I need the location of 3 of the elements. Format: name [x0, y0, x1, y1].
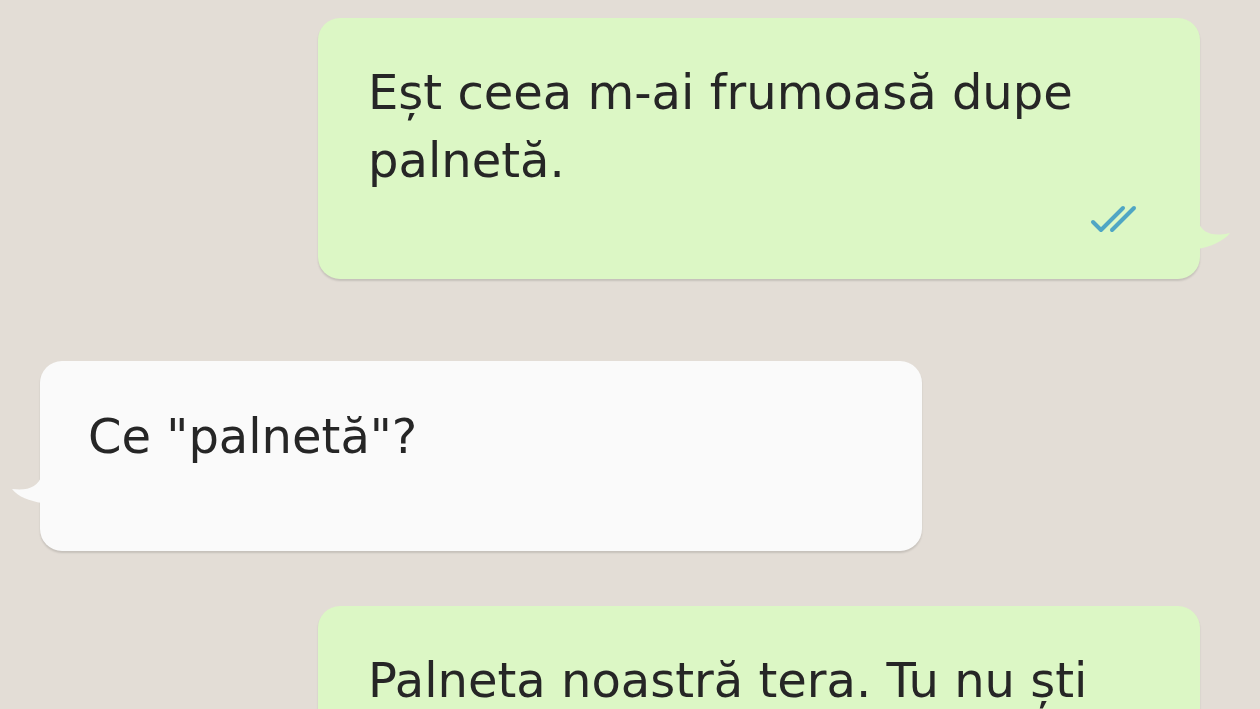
message-text: Ce "palnetă"? — [88, 407, 419, 466]
message-text: Palneta noastră tera. Tu nu ști — [368, 651, 1089, 709]
message-text: Eșt ceea m-ai frumoasă dupe palnetă. — [368, 63, 1074, 190]
